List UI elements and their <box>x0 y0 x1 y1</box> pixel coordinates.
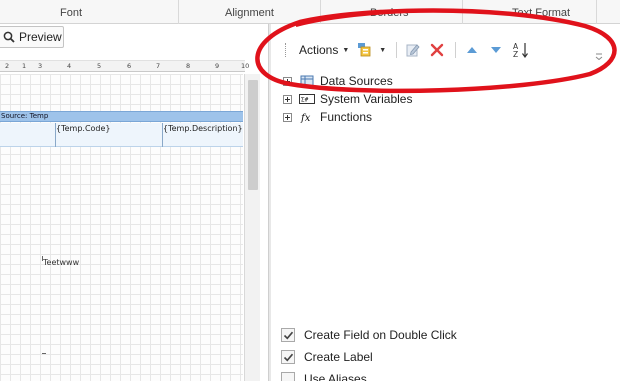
cell-text: {Temp.Description} <box>163 124 243 133</box>
ruler-number: 5 <box>97 62 102 70</box>
delete-icon <box>431 43 444 57</box>
ribbon-divider <box>320 0 321 24</box>
new-item-button[interactable]: ▼ <box>354 40 389 60</box>
expand-icon[interactable] <box>283 94 292 104</box>
option-label: Create Field on Double Click <box>304 328 457 342</box>
temp-code-cell[interactable]: {Temp.Code} <box>55 123 163 147</box>
database-icon <box>299 74 315 88</box>
option-create-label[interactable]: Create Label <box>281 346 611 368</box>
text-component[interactable]: Teetwww <box>43 258 79 267</box>
cell-text: {Temp.Code} <box>56 124 111 133</box>
checkbox[interactable] <box>281 372 295 381</box>
edit-button[interactable] <box>402 40 424 60</box>
ribbon-group-borders: Borders <box>370 7 409 19</box>
tree-item-label: Functions <box>320 110 373 124</box>
option-create-field-on-double-click[interactable]: Create Field on Double Click <box>281 324 611 346</box>
move-down-icon <box>491 47 502 53</box>
ribbon-divider <box>178 0 179 24</box>
ribbon-group-strip: Font Alignment Borders Text Format <box>0 0 620 24</box>
actions-label: Actions <box>299 43 339 57</box>
tree-item-label: System Variables <box>320 92 413 106</box>
ribbon-divider <box>596 0 597 24</box>
selection-handle[interactable] <box>42 353 46 354</box>
temp-description-cell[interactable]: {Temp.Description} <box>162 123 243 147</box>
ruler-number: 6 <box>127 62 132 70</box>
svg-text:Z: Z <box>513 50 518 59</box>
dictionary-panel: Actions ▼ ▼ A Z Data Sources Σ# System V… <box>271 24 620 381</box>
caret-down-icon: ▼ <box>379 46 387 54</box>
ribbon-group-alignment: Alignment <box>225 7 274 19</box>
svg-text:fx: fx <box>300 113 311 124</box>
magnifier-icon <box>3 31 15 43</box>
ribbon-divider <box>462 0 463 24</box>
toolbar-overflow-icon[interactable] <box>595 52 603 60</box>
tree-item-functions[interactable]: fx Functions <box>283 108 603 126</box>
ribbon-group-font: Font <box>60 7 83 19</box>
checkbox[interactable] <box>281 350 295 364</box>
ruler-number: 4 <box>67 62 72 70</box>
edit-icon <box>406 44 420 57</box>
ruler-number: 3 <box>38 62 43 70</box>
data-band-header[interactable]: Source: Temp <box>0 111 243 122</box>
preview-button[interactable]: Preview <box>0 26 64 48</box>
checkmark-icon <box>283 331 293 339</box>
option-label: Use Aliases <box>304 372 367 381</box>
svg-text:Σ#: Σ# <box>301 97 309 104</box>
tree-item-data-sources[interactable]: Data Sources <box>283 72 603 90</box>
toolbar-separator <box>396 42 398 58</box>
move-up-icon <box>467 47 478 53</box>
tree-item-system-variables[interactable]: Σ# System Variables <box>283 90 603 108</box>
tree-item-label: Data Sources <box>320 74 393 88</box>
checkmark-icon <box>283 353 293 361</box>
dictionary-toolbar: Actions ▼ ▼ A Z <box>283 38 607 62</box>
expand-icon[interactable] <box>283 76 292 86</box>
ruler-number: 1 <box>22 62 27 70</box>
move-down-button[interactable] <box>485 40 507 60</box>
ruler-number: 7 <box>156 62 161 70</box>
toolbar-grip[interactable] <box>285 43 287 57</box>
ribbon-group-text-format: Text Format <box>512 7 571 19</box>
vertical-scrollbar[interactable] <box>244 74 260 381</box>
function-icon: fx <box>299 110 315 124</box>
data-band-row[interactable]: {Temp.Code} {Temp.Description} <box>0 123 243 147</box>
dictionary-options: Create Field on Double Click Create Labe… <box>281 324 611 381</box>
option-label: Create Label <box>304 350 373 364</box>
delete-button[interactable] <box>426 40 448 60</box>
new-item-icon <box>358 43 371 57</box>
actions-dropdown-button[interactable]: Actions ▼ <box>293 40 352 60</box>
expand-icon[interactable] <box>283 112 292 122</box>
dictionary-tree: Data Sources Σ# System Variables fx Func… <box>283 72 603 126</box>
horizontal-ruler: 2 1 3 4 5 6 7 8 9 10 <box>0 60 249 72</box>
checkbox[interactable] <box>281 328 295 342</box>
preview-label: Preview <box>19 30 62 44</box>
toolbar-separator <box>455 42 457 58</box>
ruler-number: 8 <box>186 62 191 70</box>
option-use-aliases[interactable]: Use Aliases <box>281 368 611 381</box>
scrollbar-thumb[interactable] <box>248 80 258 190</box>
move-up-button[interactable] <box>461 40 483 60</box>
sort-az-icon: A Z <box>513 42 529 59</box>
caret-down-icon: ▼ <box>342 46 350 54</box>
sort-button[interactable]: A Z <box>509 40 533 60</box>
ruler-number: 10 <box>241 62 250 70</box>
ruler-number: 9 <box>215 62 220 70</box>
ruler-number: 2 <box>5 62 10 70</box>
system-variables-icon: Σ# <box>299 92 315 106</box>
